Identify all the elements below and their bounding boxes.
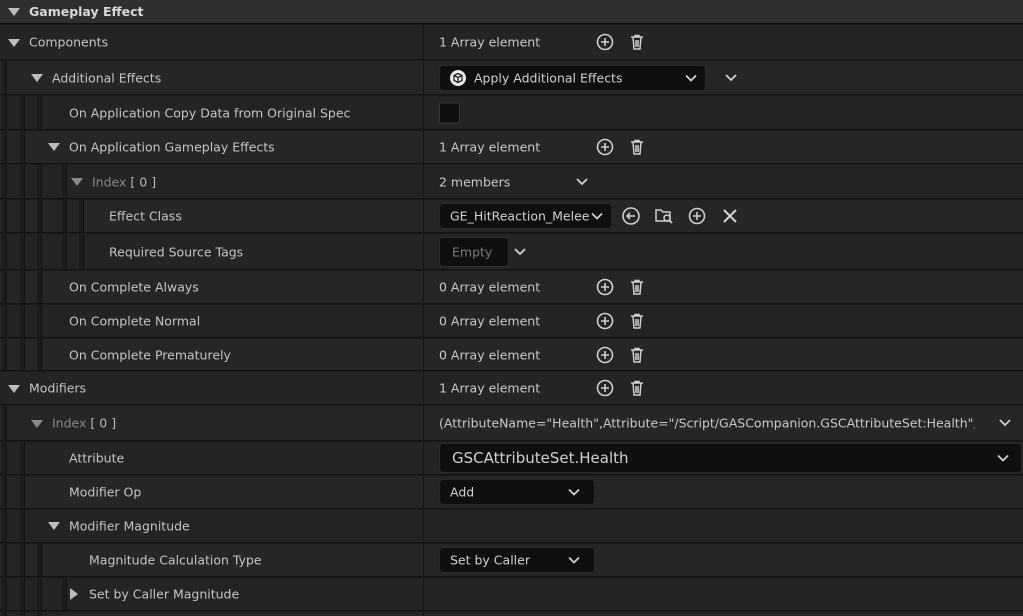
expand-arrow-icon[interactable] (8, 39, 20, 47)
collapse-arrow-icon[interactable] (8, 8, 20, 16)
expand-arrow-icon[interactable] (70, 588, 78, 600)
row-magnitude-calc-type: Magnitude Calculation Type Set by Caller (0, 544, 1023, 577)
source-tags-field[interactable]: Empty (439, 236, 509, 267)
row-copy-data: On Application Copy Data from Original S… (0, 96, 1023, 130)
array-count: 1 Array element (439, 139, 541, 155)
property-label: On Complete Always (69, 279, 199, 295)
row-effect-class: Effect Class GE_HitReaction_Melee (0, 200, 1023, 233)
folder-search-icon[interactable] (654, 206, 674, 226)
expand-arrow-icon[interactable] (31, 74, 43, 82)
row-application-effects: On Application Gameplay Effects 1 Array … (0, 131, 1023, 164)
trash-icon[interactable] (627, 137, 647, 157)
expand-arrow-icon[interactable] (8, 385, 20, 393)
property-label: Additional Effects (52, 70, 162, 85)
row-additional-effects: Additional Effects Apply Additional Effe… (0, 61, 1023, 95)
chevron-down-icon (997, 451, 1009, 466)
add-element-button[interactable] (595, 32, 615, 52)
component-class-dropdown[interactable]: Apply Additional Effects (439, 64, 706, 91)
copy-data-checkbox[interactable] (439, 102, 460, 123)
index-label: Index[ 0 ] (92, 174, 157, 189)
row-partial (0, 612, 1023, 616)
property-label: On Application Gameplay Effects (69, 139, 275, 155)
chevron-down-icon (591, 209, 603, 224)
chevron-down-icon[interactable] (572, 172, 592, 192)
add-element-button[interactable] (595, 137, 615, 157)
array-count: 0 Array element (439, 347, 541, 362)
property-label: On Application Copy Data from Original S… (69, 105, 351, 120)
chevron-down-icon[interactable] (510, 242, 530, 262)
add-element-button[interactable] (595, 345, 615, 365)
property-label: Modifier Op (69, 484, 142, 500)
dropdown-value: GSCAttributeSet.Health (452, 449, 629, 467)
modifier-op-dropdown[interactable]: Add (439, 479, 595, 505)
add-element-button[interactable] (595, 378, 615, 398)
index-label: Index[ 0 ] (52, 415, 117, 431)
chevron-down-icon[interactable] (721, 68, 741, 88)
trash-icon[interactable] (627, 32, 647, 52)
section-title: Gameplay Effect (29, 4, 144, 19)
dropdown-value: GE_HitReaction_Melee (450, 208, 590, 224)
property-label: Components (29, 34, 109, 50)
chevron-down-icon (568, 485, 580, 500)
chevron-down-icon[interactable] (995, 413, 1015, 433)
row-modifiers: Modifiers 1 Array element (0, 372, 1023, 405)
array-count: 1 Array element (439, 34, 541, 50)
add-circle-icon[interactable] (687, 206, 707, 226)
row-complete-normal: On Complete Normal 0 Array element (0, 305, 1023, 338)
property-label: Required Source Tags (109, 244, 244, 259)
calc-type-dropdown[interactable]: Set by Caller (439, 547, 595, 573)
property-label: Magnitude Calculation Type (89, 552, 262, 568)
struct-members-count: 2 members (439, 174, 511, 189)
chevron-down-icon (685, 70, 697, 85)
dropdown-value: Apply Additional Effects (474, 70, 623, 85)
property-label: On Complete Prematurely (69, 347, 231, 362)
expand-arrow-icon[interactable] (48, 522, 60, 530)
row-required-source-tags: Required Source Tags Empty (0, 234, 1023, 270)
browse-back-icon[interactable] (621, 206, 641, 226)
trash-icon[interactable] (627, 311, 647, 331)
row-attribute: Attribute GSCAttributeSet.Health (0, 442, 1023, 475)
row-complete-prematurely: On Complete Prematurely 0 Array element (0, 339, 1023, 371)
property-label: Modifiers (29, 380, 87, 396)
trash-icon[interactable] (627, 378, 647, 398)
expand-arrow-icon[interactable] (31, 420, 43, 428)
effect-class-dropdown[interactable]: GE_HitReaction_Melee (439, 203, 612, 229)
struct-value-text: (AttributeName="Health",Attribute="/Scri… (439, 415, 975, 431)
row-set-by-caller-magnitude: Set by Caller Magnitude (0, 578, 1023, 611)
unreal-class-icon (448, 68, 468, 88)
add-element-button[interactable] (595, 311, 615, 331)
add-element-button[interactable] (595, 277, 615, 297)
dropdown-value: Add (450, 484, 475, 500)
array-count: 0 Array element (439, 279, 541, 295)
property-label: Effect Class (109, 208, 182, 224)
empty-placeholder: Empty (452, 244, 493, 259)
dropdown-value: Set by Caller (450, 552, 530, 568)
property-label: Attribute (69, 450, 125, 466)
row-complete-always: On Complete Always 0 Array element (0, 271, 1023, 304)
array-count: 0 Array element (439, 313, 541, 329)
attribute-dropdown[interactable]: GSCAttributeSet.Health (439, 443, 1022, 473)
row-modifier-op: Modifier Op Add (0, 476, 1023, 509)
array-count: 1 Array element (439, 380, 541, 396)
property-label: Set by Caller Magnitude (89, 586, 240, 602)
row-modifier-magnitude: Modifier Magnitude (0, 510, 1023, 543)
property-label: Modifier Magnitude (69, 518, 190, 534)
trash-icon[interactable] (627, 345, 647, 365)
chevron-down-icon (568, 553, 580, 568)
trash-icon[interactable] (627, 277, 647, 297)
row-components: Components 1 Array element (0, 25, 1023, 60)
property-label: On Complete Normal (69, 313, 201, 329)
row-index-0: Index[ 0 ] 2 members (0, 165, 1023, 199)
details-section-header[interactable]: Gameplay Effect (0, 0, 1023, 24)
close-icon[interactable] (720, 206, 740, 226)
expand-arrow-icon[interactable] (71, 178, 83, 186)
expand-arrow-icon[interactable] (48, 143, 60, 151)
row-modifier-index-0: Index[ 0 ] (AttributeName="Health",Attri… (0, 406, 1023, 441)
